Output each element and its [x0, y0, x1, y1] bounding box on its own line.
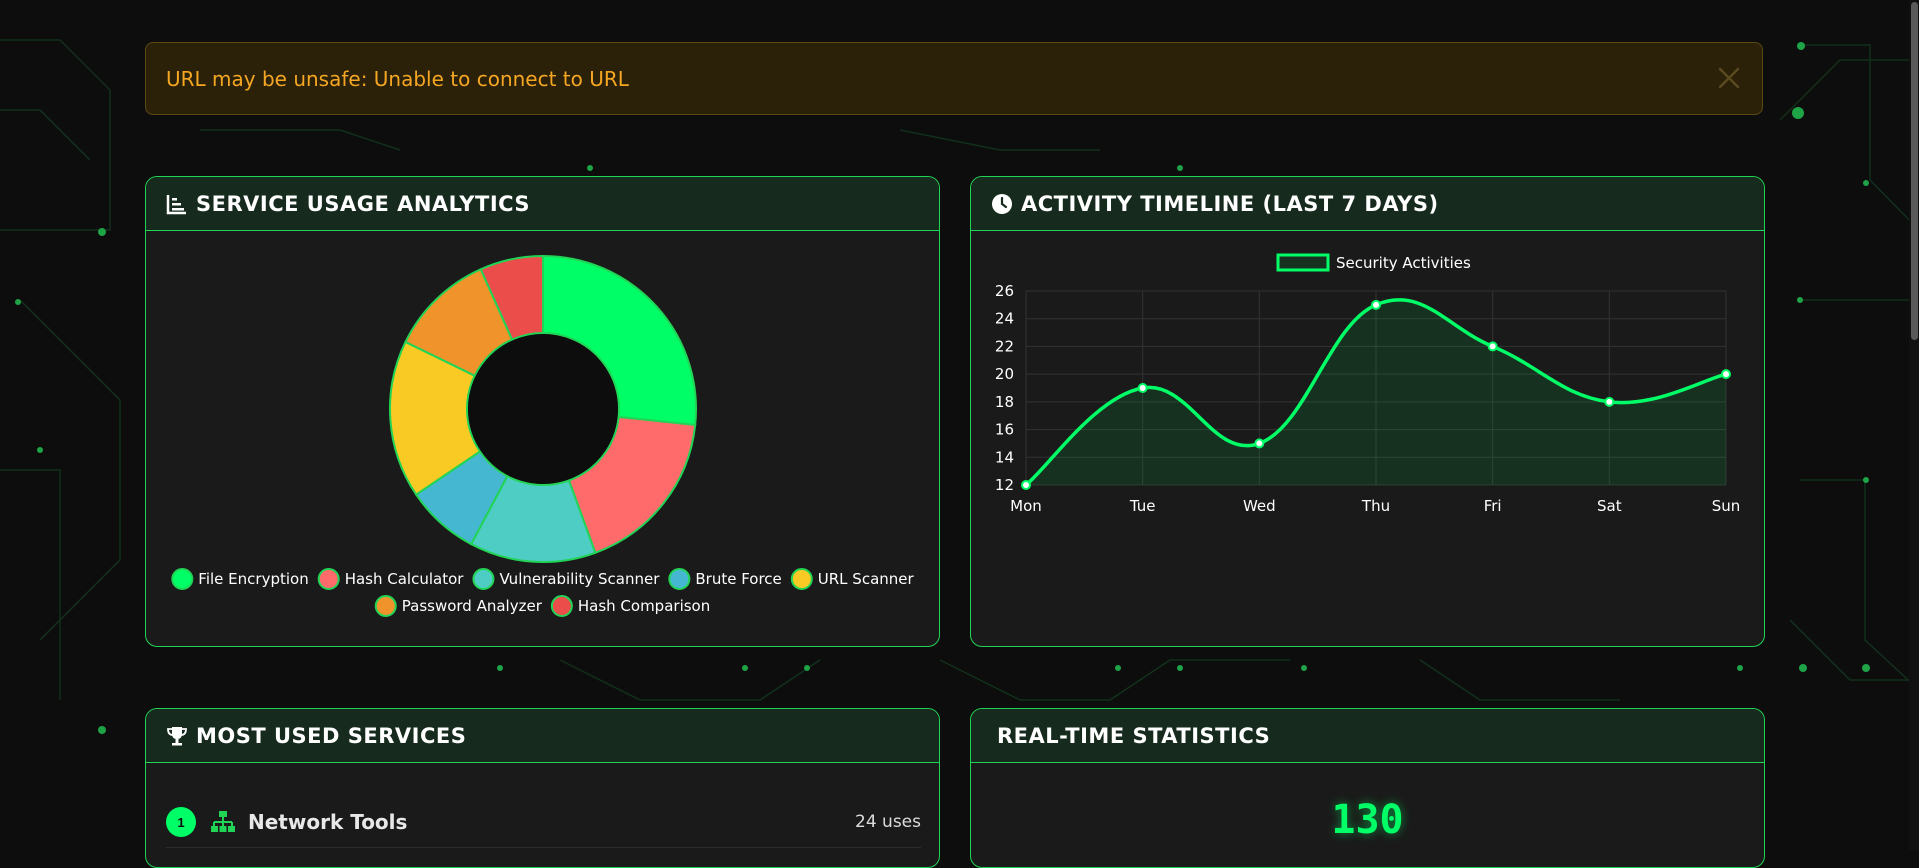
legend-swatch	[1276, 253, 1330, 272]
card-title: Service Usage Analytics	[196, 191, 531, 216]
legend-swatch	[550, 595, 573, 617]
legend-swatch	[472, 568, 495, 590]
alert-banner: URL may be unsafe: Unable to connect to …	[145, 42, 1763, 115]
x-tick-label: Wed	[1243, 497, 1276, 515]
scrollbar-thumb[interactable]	[1911, 2, 1918, 340]
card-header: Most Used Services	[146, 709, 939, 763]
data-point	[1254, 438, 1265, 449]
card-title: Real-Time Statistics	[997, 723, 1271, 748]
y-tick-label: 26	[995, 282, 1014, 300]
list-item[interactable]: 1 Network Tools 24 uses	[166, 797, 921, 848]
legend-label: Hash Comparison	[578, 597, 710, 615]
y-tick-label: 24	[995, 310, 1014, 328]
trophy-icon	[167, 726, 187, 745]
scrollbar[interactable]	[1909, 0, 1919, 850]
legend-label: Vulnerability Scanner	[499, 570, 660, 588]
legend-swatch	[668, 568, 691, 590]
legend-label: Hash Calculator	[345, 570, 465, 588]
chart-bar-icon	[166, 194, 186, 214]
card-title: Most Used Services	[196, 723, 467, 748]
x-tick-label: Sun	[1712, 497, 1741, 515]
x-tick-label: Sat	[1597, 497, 1622, 515]
legend-swatch	[171, 568, 194, 590]
clock-icon	[992, 193, 1012, 214]
legend-label: URL Scanner	[818, 570, 915, 588]
y-tick-label: 14	[995, 448, 1014, 466]
x-tick-label: Mon	[1010, 497, 1042, 515]
legend-swatch	[790, 568, 813, 590]
activity-line-chart: 12 14 16 18 20 22 24 26 Mon Tue Wed Thu Fri Sat Sun Sec…	[995, 253, 1741, 515]
data-point	[1604, 396, 1615, 407]
legend-swatch	[317, 568, 340, 590]
real-time-statistics-card: Real-Time Statistics 130	[970, 708, 1765, 868]
data-point	[1371, 299, 1381, 310]
data-point	[1021, 480, 1031, 490]
x-tick-label: Thu	[1361, 497, 1390, 515]
y-tick-label: 20	[995, 365, 1014, 383]
x-tick-label: Fri	[1484, 497, 1502, 515]
close-icon[interactable]	[1714, 63, 1744, 93]
doughnut-hole	[468, 334, 618, 484]
most-used-services-card: Most Used Services 1 Network Tools 24 us…	[145, 708, 940, 868]
card-header: Real-Time Statistics	[971, 709, 1764, 763]
y-tick-label: 16	[995, 421, 1014, 439]
stat-value: 130	[1331, 797, 1404, 843]
legend-swatch	[374, 595, 397, 617]
y-tick-label: 18	[995, 393, 1014, 411]
x-tick-label: Tue	[1129, 497, 1156, 515]
service-name: Network Tools	[248, 810, 408, 834]
usage-doughnut-chart: File Encryption Hash Calculator Vulnerabil…	[171, 254, 915, 617]
legend-label: Brute Force	[695, 570, 781, 588]
y-tick-label: 22	[995, 337, 1014, 355]
data-point	[1721, 369, 1731, 380]
legend-label: Password Analyzer	[402, 597, 543, 615]
service-usage-card: Service Usage Analytics File Encryption H…	[145, 176, 940, 647]
y-tick-label: 12	[995, 476, 1014, 494]
activity-timeline-card: Activity Timeline (Last 7 Days) 12 14 16 18…	[970, 176, 1765, 647]
alert-message: URL may be unsafe: Unable to connect to …	[166, 66, 629, 91]
legend-label: File Encryption	[198, 570, 308, 588]
card-header: Activity Timeline (Last 7 Days)	[971, 177, 1764, 231]
rank-badge: 1	[166, 807, 196, 837]
data-point	[1137, 383, 1148, 393]
legend-label: Security Activities	[1336, 254, 1471, 272]
network-icon	[211, 811, 235, 832]
card-title: Activity Timeline (Last 7 Days)	[1021, 191, 1439, 216]
card-header: Service Usage Analytics	[146, 177, 939, 231]
service-uses: 24 uses	[855, 812, 921, 832]
data-point	[1487, 341, 1498, 352]
